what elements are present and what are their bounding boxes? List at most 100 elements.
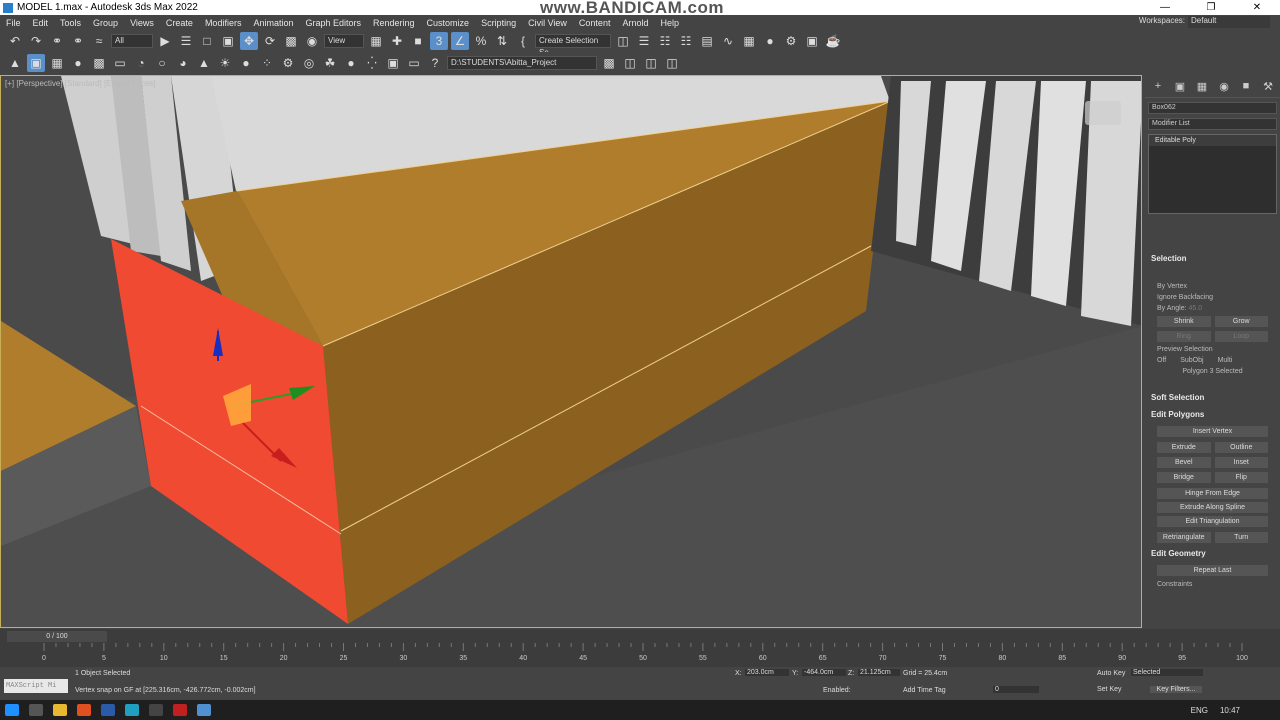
cone-icon[interactable]: ▲ xyxy=(195,54,213,72)
stack-item-editable-poly[interactable]: Editable Poly xyxy=(1149,135,1276,146)
light-icon[interactable]: ● xyxy=(69,54,87,72)
edit-triangulation-button[interactable]: Edit Triangulation xyxy=(1157,516,1268,527)
physics-icon[interactable]: ⚙ xyxy=(279,54,297,72)
viewcube-icon[interactable] xyxy=(1085,101,1121,125)
photoshop-icon[interactable] xyxy=(101,704,115,716)
key-filters-button[interactable]: Key Filters... xyxy=(1150,686,1202,693)
rectangle-selection-icon[interactable]: □ xyxy=(198,32,216,50)
task-view-icon[interactable] xyxy=(29,704,43,716)
maximize-button[interactable]: ❐ xyxy=(1188,0,1234,15)
angle-value[interactable]: 45.0 xyxy=(1189,305,1203,312)
clock[interactable]: 10:47 xyxy=(1220,706,1240,715)
auto-key-button[interactable]: Auto Key xyxy=(1097,670,1125,677)
maxscript-listener[interactable]: MAXScript Mi xyxy=(4,679,68,693)
bridge-button[interactable]: Bridge xyxy=(1157,472,1211,483)
menu-views[interactable]: Views xyxy=(124,18,160,28)
layer-explorer-icon[interactable]: ☷ xyxy=(677,32,695,50)
bandicam-icon[interactable] xyxy=(173,704,187,716)
color-dots-icon[interactable]: ⁛ xyxy=(363,54,381,72)
menu-content[interactable]: Content xyxy=(573,18,617,28)
menu-graph-editors[interactable]: Graph Editors xyxy=(299,18,367,28)
menu-arnold[interactable]: Arnold xyxy=(616,18,654,28)
selection-filter-dropdown[interactable]: All xyxy=(111,34,153,48)
menu-animation[interactable]: Animation xyxy=(247,18,299,28)
modeling-ribbon-icon[interactable]: ▣ xyxy=(27,54,45,72)
scene-explorer-icon[interactable]: ☷ xyxy=(656,32,674,50)
hierarchy-tab-icon[interactable]: ▦ xyxy=(1195,80,1209,94)
start-icon[interactable] xyxy=(5,704,19,716)
schematic-view-icon[interactable]: ▦ xyxy=(740,32,758,50)
edit-polygons-rollout[interactable]: Edit Polygons xyxy=(1145,406,1280,423)
menu-civil-view[interactable]: Civil View xyxy=(522,18,573,28)
close-button[interactable]: ✕ xyxy=(1234,0,1280,15)
spinner-snap-icon[interactable]: ⇅ xyxy=(493,32,511,50)
select-object-icon[interactable]: ▶ xyxy=(156,32,174,50)
flip-button[interactable]: Flip xyxy=(1214,472,1268,483)
modifier-list-dropdown[interactable]: Modifier List xyxy=(1148,118,1277,130)
chrome-icon[interactable] xyxy=(53,704,67,716)
bowl-icon[interactable]: ◕ xyxy=(174,54,192,72)
app-icon-gray[interactable] xyxy=(149,704,163,716)
save-project-icon[interactable]: ◫ xyxy=(663,54,681,72)
insert-vertex-button[interactable]: Insert Vertex xyxy=(1157,426,1268,437)
snaps-toggle-icon[interactable]: 3 xyxy=(430,32,448,50)
material-sphere-icon[interactable]: ● xyxy=(342,54,360,72)
outline-button[interactable]: Outline xyxy=(1214,442,1268,453)
soft-selection-rollout[interactable]: Soft Selection xyxy=(1145,389,1280,406)
sun-icon[interactable]: ☀ xyxy=(216,54,234,72)
workspaces-selector[interactable]: Workspaces: Default xyxy=(1139,16,1270,28)
dome-icon[interactable]: ◔ xyxy=(132,54,150,72)
ignore-backfacing-checkbox[interactable]: Ignore Backfacing xyxy=(1145,292,1280,303)
place-icon[interactable]: ◉ xyxy=(303,32,321,50)
viewport-label[interactable]: [+] [Perspective] [Standard] [Edged Face… xyxy=(5,79,156,88)
display-tab-icon[interactable]: ■ xyxy=(1239,80,1253,94)
plane-icon[interactable]: ▭ xyxy=(111,54,129,72)
x-coordinate-field[interactable]: 203.0cm xyxy=(745,669,789,676)
current-frame-field[interactable]: 0 xyxy=(993,686,1039,693)
retriangulate-button[interactable]: Retriangulate xyxy=(1157,532,1211,543)
extrude-along-spline-button[interactable]: Extrude Along Spline xyxy=(1157,502,1268,513)
track-bar[interactable]: 0 5 10 15 20 25 30 35 40 45 50 55 60 65 70 75 80 85 90 95 10… xyxy=(0,643,1280,667)
menu-create[interactable]: Create xyxy=(160,18,199,28)
align-icon[interactable]: ☰ xyxy=(635,32,653,50)
minimize-button[interactable]: — xyxy=(1142,0,1188,15)
freeform-icon[interactable]: ▦ xyxy=(48,54,66,72)
key-mode-dropdown[interactable]: Selected xyxy=(1131,669,1203,676)
menu-tools[interactable]: Tools xyxy=(54,18,87,28)
preview-off-radio[interactable]: Off xyxy=(1157,357,1166,364)
modify-tab-icon[interactable]: ▣ xyxy=(1173,80,1187,94)
grow-button[interactable]: Grow xyxy=(1214,316,1268,327)
menu-customize[interactable]: Customize xyxy=(421,18,476,28)
mirror-icon[interactable]: ◫ xyxy=(614,32,632,50)
selection-rollout-title[interactable]: Selection xyxy=(1145,250,1280,267)
window-crossing-icon[interactable]: ▣ xyxy=(219,32,237,50)
3dsmax-icon[interactable] xyxy=(125,704,139,716)
set-key-button[interactable]: Set Key xyxy=(1097,686,1122,693)
redo-icon[interactable]: ↷ xyxy=(27,32,45,50)
render-setup-icon[interactable]: ⚙ xyxy=(782,32,800,50)
brave-icon[interactable] xyxy=(77,704,91,716)
set-project-icon[interactable]: ▩ xyxy=(600,54,618,72)
rotate-icon[interactable]: ⟳ xyxy=(261,32,279,50)
arnold-icon[interactable]: ▲ xyxy=(6,54,24,72)
bevel-button[interactable]: Bevel xyxy=(1157,457,1211,468)
by-vertex-checkbox[interactable]: By Vertex xyxy=(1145,281,1280,292)
motion-tab-icon[interactable]: ◉ xyxy=(1217,80,1231,94)
bind-spacewarp-icon[interactable]: ≈ xyxy=(90,32,108,50)
open-project-icon[interactable]: ◫ xyxy=(642,54,660,72)
select-by-name-icon[interactable]: ☰ xyxy=(177,32,195,50)
move-icon[interactable]: ✥ xyxy=(240,32,258,50)
percent-snap-icon[interactable]: % xyxy=(472,32,490,50)
create-tab-icon[interactable]: + xyxy=(1151,80,1165,94)
ring-button[interactable]: Ring xyxy=(1157,331,1211,342)
shrink-button[interactable]: Shrink xyxy=(1157,316,1211,327)
y-coordinate-field[interactable]: -464.0cm xyxy=(802,669,846,676)
menu-file[interactable]: File xyxy=(0,18,27,28)
inset-button[interactable]: Inset xyxy=(1214,457,1268,468)
perspective-viewport[interactable]: [+] [Perspective] [Standard] [Edged Face… xyxy=(0,75,1142,628)
menu-modifiers[interactable]: Modifiers xyxy=(199,18,248,28)
time-slider[interactable]: 0 / 100 xyxy=(7,631,107,642)
reference-coordinate-dropdown[interactable]: View xyxy=(324,34,364,48)
by-angle-checkbox[interactable]: By Angle: 45.0 xyxy=(1145,303,1280,314)
app-icon-blue[interactable] xyxy=(197,704,211,716)
